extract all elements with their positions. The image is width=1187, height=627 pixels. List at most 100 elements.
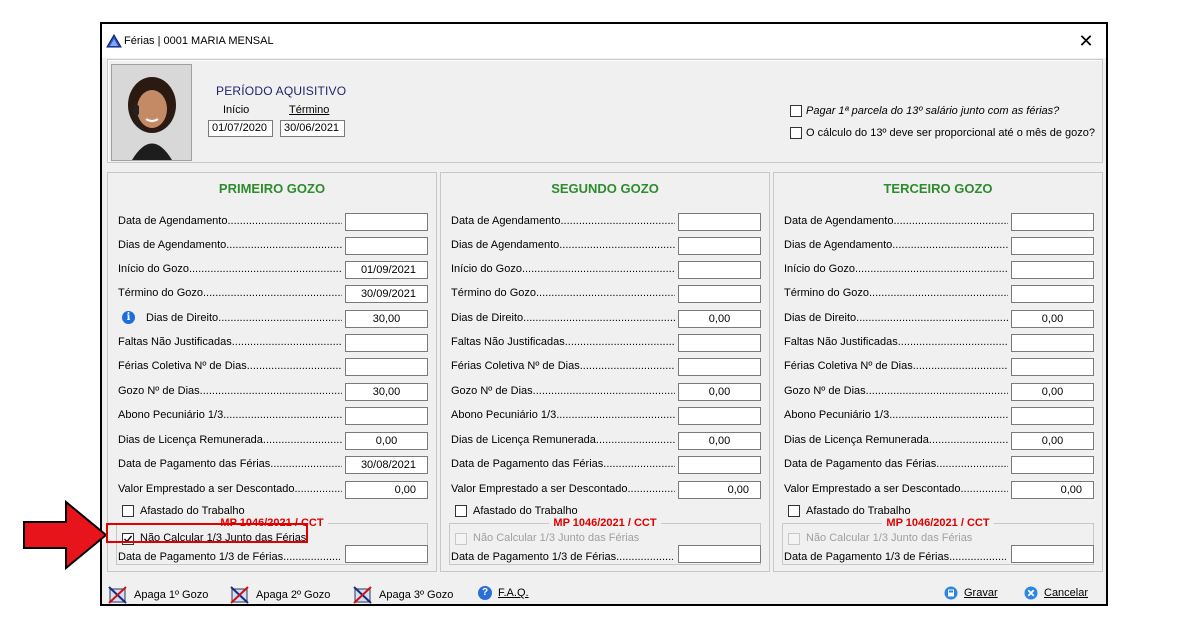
- field-faltas[interactable]: [345, 334, 428, 352]
- leader-dots: ........................................…: [556, 409, 675, 421]
- label-valor_emprestado: Valor Emprestado a ser Descontado.......…: [118, 483, 342, 495]
- field-valor_emprestado[interactable]: 0,00: [345, 481, 428, 499]
- label-licenca: Dias de Licença Remunerada..............…: [784, 434, 1008, 446]
- field-ferias_coletiva[interactable]: [345, 358, 428, 376]
- field-valor_emprestado[interactable]: 0,00: [678, 481, 761, 499]
- termino-field[interactable]: 30/06/2021: [280, 120, 345, 137]
- label-termino_gozo: Término do Gozo.........................…: [784, 287, 1008, 299]
- leader-dots: ........................................…: [559, 239, 675, 251]
- label-abono: Abono Pecuniário 1/3....................…: [784, 409, 1008, 421]
- field-termino_gozo[interactable]: [1011, 285, 1094, 303]
- afastado-checkbox[interactable]: [788, 505, 800, 517]
- apaga-1-label: Apaga 1º Gozo: [134, 588, 209, 601]
- gravar-button[interactable]: Gravar: [944, 586, 998, 604]
- leader-dots: ........................................…: [603, 458, 675, 470]
- label-inicio_gozo: Início do Gozo..........................…: [784, 263, 1008, 275]
- field-faltas[interactable]: [1011, 334, 1094, 352]
- proporcional-13-checkbox[interactable]: [790, 127, 802, 139]
- leader-dots: ........................................…: [521, 263, 675, 275]
- field-valor_emprestado[interactable]: 0,00: [1011, 481, 1094, 499]
- field-data_pagamento_13[interactable]: [1011, 545, 1094, 563]
- gozo-column-1: PRIMEIRO GOZO Data de Agendamento........…: [107, 172, 437, 572]
- leader-dots: ........................................…: [227, 215, 342, 227]
- inicio-field[interactable]: 01/07/2020: [208, 120, 273, 137]
- leader-dots: ........................................…: [893, 215, 1008, 227]
- label-termino_gozo: Término do Gozo.........................…: [451, 287, 675, 299]
- leader-dots: ........................................…: [865, 385, 1008, 397]
- field-dias_agendamento[interactable]: [345, 237, 428, 255]
- leader-dots: ........................................…: [595, 434, 675, 446]
- app-triangle-icon: [106, 34, 122, 48]
- field-abono[interactable]: [678, 407, 761, 425]
- afastado-label: Afastado do Trabalho: [473, 505, 578, 517]
- field-licenca[interactable]: 0,00: [345, 432, 428, 450]
- pagar-13-label: Pagar 1ª parcela do 13º salário junto co…: [806, 105, 1060, 117]
- afastado-checkbox[interactable]: [122, 505, 134, 517]
- field-inicio_gozo[interactable]: 01/09/2021: [345, 261, 428, 279]
- field-dias_direito[interactable]: 0,00: [678, 310, 761, 328]
- field-termino_gozo[interactable]: [678, 285, 761, 303]
- mp-title: MP 1046/2021 / CCT: [774, 517, 1102, 529]
- apaga-1-gozo-button[interactable]: Apaga 1º Gozo: [108, 586, 208, 604]
- pagar-13-checkbox[interactable]: [790, 105, 802, 117]
- label-faltas: Faltas Não Justificadas.................…: [118, 336, 342, 348]
- leader-dots: ........................................…: [936, 458, 1008, 470]
- label-dias_agendamento: Dias de Agendamento.....................…: [451, 239, 675, 251]
- field-data_agendamento[interactable]: [678, 213, 761, 231]
- title-bar: Férias | 0001 MARIA MENSAL ✕: [102, 24, 1106, 58]
- cancelar-label: Cancelar: [1044, 586, 1089, 599]
- field-data_pagamento_13[interactable]: [678, 545, 761, 563]
- field-gozo_dias[interactable]: 30,00: [345, 383, 428, 401]
- field-inicio_gozo[interactable]: [678, 261, 761, 279]
- label-data_agendamento: Data de Agendamento.....................…: [451, 215, 675, 227]
- close-icon[interactable]: ✕: [1076, 30, 1096, 52]
- field-ferias_coletiva[interactable]: [1011, 358, 1094, 376]
- label-gozo_dias: Gozo Nº de Dias.........................…: [118, 385, 342, 397]
- label-inicio_gozo: Início do Gozo..........................…: [451, 263, 675, 275]
- label-abono: Abono Pecuniário 1/3....................…: [451, 409, 675, 421]
- apaga-2-gozo-button[interactable]: Apaga 2º Gozo: [230, 586, 330, 604]
- field-termino_gozo[interactable]: 30/09/2021: [345, 285, 428, 303]
- field-licenca[interactable]: 0,00: [678, 432, 761, 450]
- save-icon: [944, 586, 958, 600]
- label-data_pagamento_13: Data de Pagamento 1/3 de Férias.........…: [451, 551, 673, 563]
- info-icon[interactable]: i: [122, 311, 135, 324]
- leader-dots: ........................................…: [226, 239, 342, 251]
- leader-dots: ........................................…: [231, 336, 342, 348]
- field-data_pagamento[interactable]: [678, 456, 761, 474]
- apaga-3-label: Apaga 3º Gozo: [379, 588, 454, 601]
- field-dias_agendamento[interactable]: [678, 237, 761, 255]
- field-gozo_dias[interactable]: 0,00: [678, 383, 761, 401]
- field-data_pagamento_13[interactable]: [345, 545, 428, 563]
- field-data_agendamento[interactable]: [1011, 213, 1094, 231]
- field-abono[interactable]: [1011, 407, 1094, 425]
- label-abono: Abono Pecuniário 1/3....................…: [118, 409, 342, 421]
- apaga-3-gozo-button[interactable]: Apaga 3º Gozo: [353, 586, 453, 604]
- field-data_pagamento[interactable]: [1011, 456, 1094, 474]
- inicio-label: Início: [223, 104, 250, 116]
- leader-dots: ........................................…: [294, 483, 343, 495]
- label-dias_direito: Dias de Direito.........................…: [451, 312, 675, 324]
- faq-button[interactable]: ? F.A.Q.: [478, 586, 529, 604]
- column-title: PRIMEIRO GOZO: [218, 181, 326, 196]
- field-gozo_dias[interactable]: 0,00: [1011, 383, 1094, 401]
- field-faltas[interactable]: [678, 334, 761, 352]
- field-dias_direito[interactable]: 0,00: [1011, 310, 1094, 328]
- field-dias_agendamento[interactable]: [1011, 237, 1094, 255]
- field-dias_direito[interactable]: 30,00: [345, 310, 428, 328]
- cancelar-button[interactable]: Cancelar: [1024, 586, 1088, 604]
- field-licenca[interactable]: 0,00: [1011, 432, 1094, 450]
- afastado-checkbox[interactable]: [455, 505, 467, 517]
- field-inicio_gozo[interactable]: [1011, 261, 1094, 279]
- field-abono[interactable]: [345, 407, 428, 425]
- field-ferias_coletiva[interactable]: [678, 358, 761, 376]
- field-data_agendamento[interactable]: [345, 213, 428, 231]
- field-data_pagamento[interactable]: 30/08/2021: [345, 456, 428, 474]
- leader-dots: ........................................…: [223, 409, 342, 421]
- label-termino_gozo: Término do Gozo.........................…: [118, 287, 342, 299]
- nao-calcular-checkbox[interactable]: [788, 533, 800, 545]
- gravar-label: Gravar: [964, 586, 998, 599]
- employee-photo: [111, 64, 192, 161]
- leader-dots: ........................................…: [892, 239, 1008, 251]
- nao-calcular-checkbox[interactable]: [455, 533, 467, 545]
